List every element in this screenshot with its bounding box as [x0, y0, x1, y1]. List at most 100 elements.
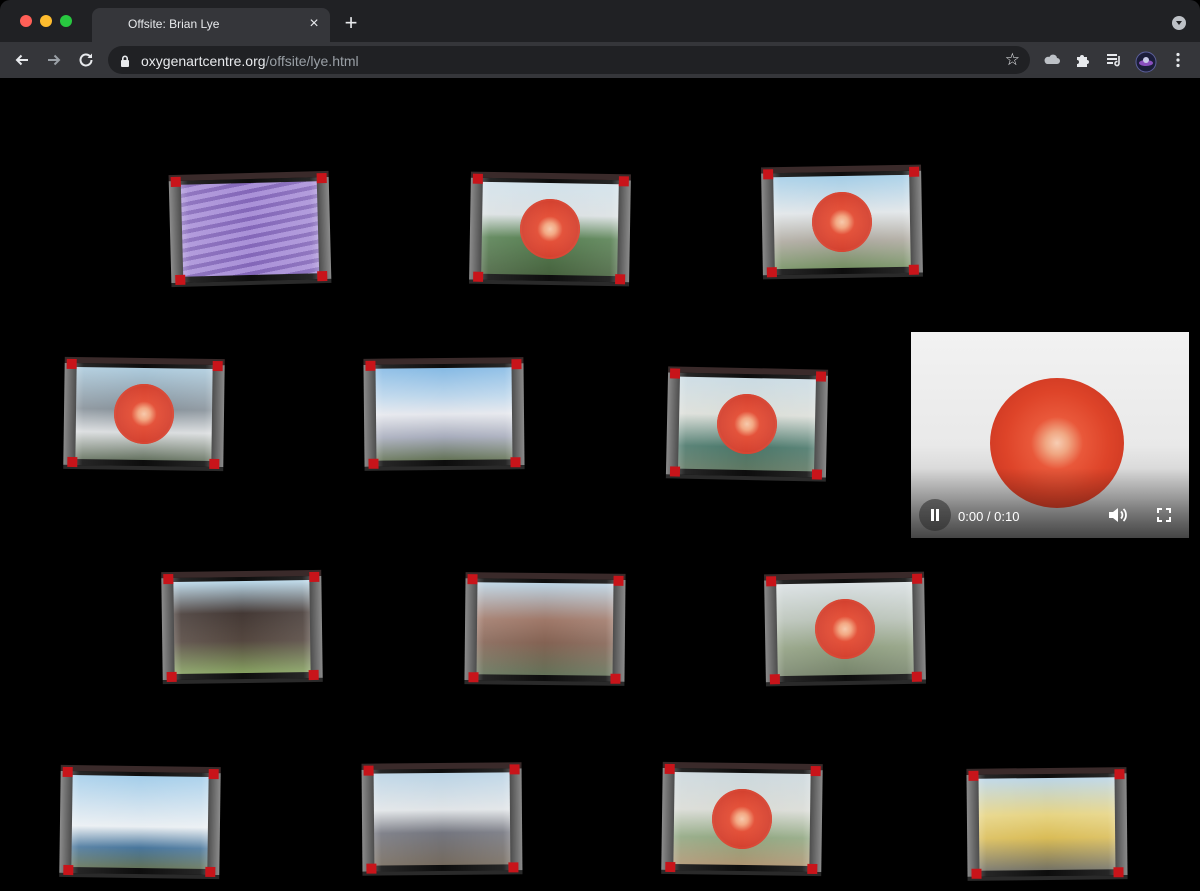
house-photo-frame: [661, 761, 823, 877]
red-tape-corner: [1113, 867, 1124, 878]
red-tape-corner: [473, 271, 484, 282]
red-tape-corner: [815, 371, 827, 382]
red-tape-corner: [468, 672, 479, 683]
red-tape-corner: [511, 359, 522, 370]
red-tape-corner: [163, 573, 174, 585]
red-tape-corner: [766, 576, 777, 587]
page-content: 0:00 / 0:10: [0, 78, 1200, 891]
frame-glass: [464, 572, 626, 686]
address-bar[interactable]: oxygenartcentre.org/offsite/lye.html ☆: [108, 46, 1030, 74]
house-photo-frame: [59, 764, 221, 880]
red-tape-corner: [908, 264, 919, 275]
red-tape-corner: [205, 866, 216, 878]
red-tape-corner: [308, 669, 319, 681]
browser-toolbar: oxygenartcentre.org/offsite/lye.html ☆: [0, 42, 1200, 78]
puzzle-icon[interactable]: [1071, 48, 1095, 72]
red-tape-corner: [911, 671, 922, 682]
frame-glass: [63, 356, 225, 472]
red-tape-corner: [669, 466, 681, 477]
house-photo-frame: [469, 171, 631, 287]
house-photo-frame: [764, 571, 926, 687]
frame-glass: [161, 569, 323, 685]
red-tape-corner: [472, 173, 483, 184]
red-tape-corner: [618, 176, 629, 187]
house-photo-frame: [63, 356, 225, 472]
media-queue-icon[interactable]: [1102, 48, 1126, 72]
forward-arrow-icon[interactable]: [42, 48, 66, 72]
frame-glass: [469, 171, 631, 287]
house-photo-frame: [168, 170, 332, 288]
house-photo-frame: [665, 366, 829, 482]
house-photo-frame: [161, 569, 323, 685]
red-tape-corner: [175, 274, 186, 285]
red-tape-corner: [615, 274, 626, 285]
tab-strip: Offsite: Brian Lye × +: [0, 0, 1200, 42]
red-tape-corner: [170, 176, 181, 188]
red-tape-corner: [209, 458, 220, 470]
url-host: oxygenartcentre.org: [141, 53, 266, 69]
lock-icon[interactable]: [120, 54, 130, 72]
red-tape-corner: [63, 864, 74, 876]
red-tape-corner: [613, 575, 624, 586]
star-icon[interactable]: ☆: [1005, 50, 1020, 70]
red-tape-corner: [467, 574, 478, 585]
red-tape-corner: [810, 765, 821, 777]
red-tape-corner: [208, 768, 219, 780]
red-tape-corner: [912, 573, 923, 584]
red-tape-corner: [766, 267, 777, 278]
frame-glass: [363, 357, 525, 471]
minimize-window-button[interactable]: [40, 15, 52, 27]
volume-icon[interactable]: [1106, 504, 1128, 526]
back-arrow-icon[interactable]: [10, 48, 34, 72]
tab-offsite-brian-lye[interactable]: Offsite: Brian Lye ×: [92, 8, 330, 42]
pause-icon[interactable]: [919, 499, 951, 531]
red-tape-corner: [665, 861, 676, 873]
red-tape-corner: [368, 458, 379, 469]
tab-title: Offsite: Brian Lye: [128, 17, 220, 31]
house-photo-frame: [464, 572, 626, 686]
red-tape-corner: [508, 862, 519, 873]
red-tape-corner: [807, 863, 818, 875]
url-text: oxygenartcentre.org/offsite/lye.html: [141, 53, 359, 69]
close-window-button[interactable]: [20, 15, 32, 27]
frame-glass: [168, 170, 332, 288]
house-photo-frame: [363, 357, 525, 471]
red-tape-corner: [67, 456, 78, 468]
profile-avatar[interactable]: [1134, 48, 1158, 73]
frame-glass: [764, 571, 926, 687]
red-tape-corner: [366, 863, 377, 874]
url-path: /offsite/lye.html: [265, 53, 359, 69]
frame-glass: [59, 764, 221, 880]
red-tape-corner: [363, 765, 374, 776]
red-tape-corner: [316, 172, 327, 184]
red-tape-corner: [166, 671, 177, 683]
video-time: 0:00 / 0:10: [958, 509, 1020, 524]
maximize-window-button[interactable]: [60, 15, 72, 27]
cloud-extension-icon[interactable]: [1040, 48, 1064, 72]
kebab-menu-icon[interactable]: [1166, 48, 1190, 72]
frame-glass: [361, 762, 523, 876]
frame-glass: [966, 767, 1128, 881]
frame-glass: [761, 164, 923, 280]
frame-glass: [661, 761, 823, 877]
video-controls-bar: [911, 468, 1189, 538]
red-tape-corner: [365, 360, 376, 371]
tab-search-icon[interactable]: [1172, 16, 1186, 30]
house-photo-frame: [361, 762, 523, 876]
red-tape-corner: [664, 763, 675, 775]
red-tape-corner: [769, 674, 780, 685]
red-tape-corner: [763, 169, 774, 180]
house-photo-frame: [966, 767, 1128, 881]
red-tape-corner: [1114, 769, 1125, 780]
reload-icon[interactable]: [74, 48, 98, 72]
red-tape-corner: [317, 270, 328, 282]
close-tab-icon[interactable]: ×: [306, 16, 322, 32]
fullscreen-icon[interactable]: [1153, 504, 1175, 526]
red-tape-corner: [968, 770, 979, 781]
frame-glass: [665, 366, 829, 482]
red-tape-corner: [62, 766, 73, 778]
new-tab-button[interactable]: +: [340, 12, 362, 34]
browser-window: Offsite: Brian Lye × + oxygenartcentre.o…: [0, 0, 1200, 891]
red-tape-corner: [212, 360, 223, 372]
video-player[interactable]: 0:00 / 0:10: [911, 332, 1189, 538]
